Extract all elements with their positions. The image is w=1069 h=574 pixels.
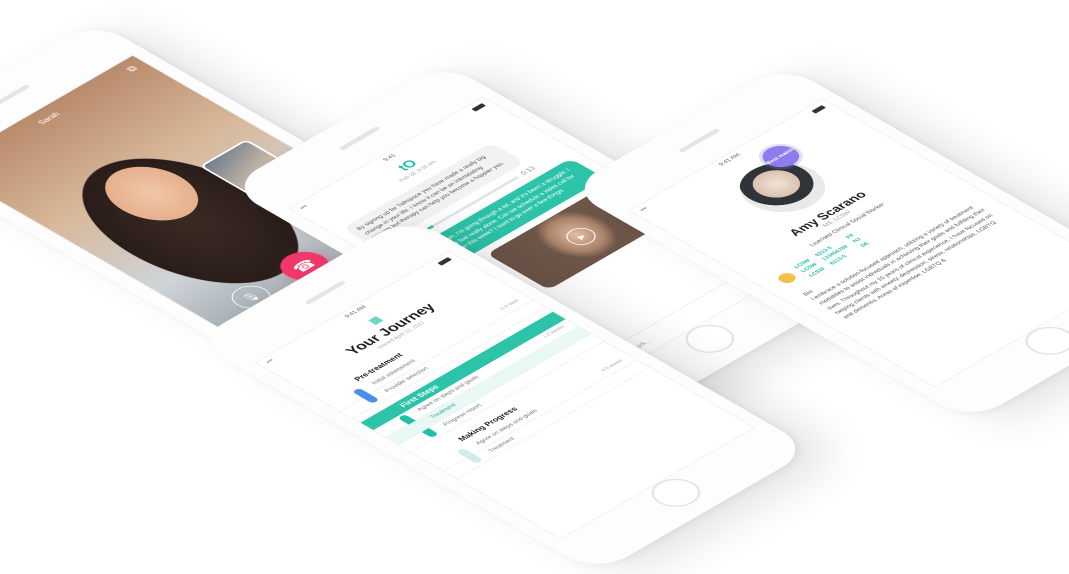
signal-dots: ••• bbox=[265, 358, 276, 365]
phone-speaker bbox=[0, 84, 31, 109]
medal-icon bbox=[774, 271, 800, 286]
audio-time: 0:13 bbox=[519, 165, 538, 176]
signal-dots: ••• bbox=[639, 206, 650, 213]
phone-speaker bbox=[338, 126, 381, 151]
signal-dots: ••• bbox=[299, 204, 310, 211]
phone-speaker bbox=[678, 128, 721, 153]
phone-speaker bbox=[304, 280, 347, 305]
play-icon[interactable]: ▶ bbox=[560, 224, 602, 249]
